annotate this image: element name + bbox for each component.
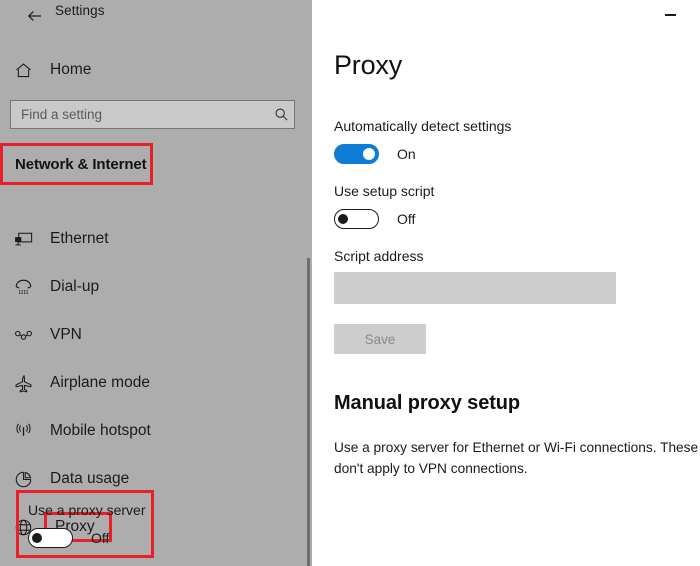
sidebar-item-dial-up[interactable]: Dial-up bbox=[0, 263, 312, 311]
ethernet-icon bbox=[10, 226, 36, 252]
toggle-switch-track[interactable] bbox=[28, 528, 73, 548]
manual-proxy-setup-heading: Manual proxy setup bbox=[334, 392, 521, 414]
vpn-icon bbox=[10, 322, 36, 348]
airplane-icon bbox=[10, 370, 36, 396]
sidebar-item-ethernet[interactable]: Ethernet bbox=[0, 215, 312, 263]
sidebar-scrollbar-thumb[interactable] bbox=[307, 258, 310, 566]
sidebar-item-mobile-hotspot[interactable]: Mobile hotspot bbox=[0, 407, 312, 455]
sidebar-item-home[interactable]: Home bbox=[0, 55, 312, 85]
sidebar-item-label-home: Home bbox=[50, 61, 92, 78]
toggle-switch-track[interactable] bbox=[334, 209, 379, 229]
auto-detect-settings-state: On bbox=[397, 146, 416, 162]
toggle-switch-knob bbox=[338, 214, 348, 224]
sidebar-item-label-airplane-mode: Airplane mode bbox=[50, 374, 150, 391]
pie-chart-icon bbox=[10, 466, 36, 492]
sidebar-item-label-dial-up: Dial-up bbox=[50, 278, 100, 295]
toggle-switch-knob bbox=[32, 533, 42, 543]
toggle-switch-knob bbox=[363, 148, 375, 160]
sidebar-item-airplane-mode[interactable]: Airplane mode bbox=[0, 359, 312, 407]
manual-proxy-setup-description: Use a proxy server for Ethernet or Wi-Fi… bbox=[334, 440, 699, 476]
sidebar-titlebar: Settings bbox=[0, 0, 312, 32]
sidebar-item-label-data-usage: Data usage bbox=[50, 470, 130, 487]
page-title: Proxy bbox=[334, 50, 403, 80]
home-icon bbox=[12, 59, 34, 81]
sidebar-category-network-internet[interactable]: Network & Internet bbox=[0, 143, 153, 185]
use-setup-script-label: Use setup script bbox=[334, 183, 435, 199]
auto-detect-settings-toggle[interactable]: On bbox=[334, 144, 416, 164]
sidebar-item-label-ethernet: Ethernet bbox=[50, 230, 109, 247]
use-proxy-server-toggle[interactable]: Off bbox=[28, 528, 109, 548]
search-box[interactable] bbox=[10, 100, 295, 129]
use-setup-script-toggle[interactable]: Off bbox=[334, 209, 415, 229]
dialup-phone-icon bbox=[10, 274, 36, 300]
sidebar-item-label-vpn: VPN bbox=[50, 326, 82, 343]
settings-sidebar: Settings Home Network & Internet bbox=[0, 0, 312, 566]
minimize-icon bbox=[664, 14, 676, 16]
mobile-hotspot-icon bbox=[10, 418, 36, 444]
search-icon[interactable] bbox=[268, 101, 294, 128]
script-address-label: Script address bbox=[334, 248, 424, 264]
save-button[interactable]: Save bbox=[334, 324, 426, 354]
use-proxy-server-state: Off bbox=[91, 530, 110, 546]
app-title: Settings bbox=[55, 3, 105, 18]
script-address-input[interactable] bbox=[334, 272, 616, 304]
use-proxy-server-label: Use a proxy server bbox=[28, 502, 146, 518]
sidebar-category-label: Network & Internet bbox=[15, 155, 147, 173]
sidebar-item-label-mobile-hotspot: Mobile hotspot bbox=[50, 422, 151, 439]
back-arrow-icon[interactable] bbox=[24, 5, 46, 27]
minimize-button[interactable] bbox=[648, 0, 692, 30]
use-proxy-server-group: Use a proxy server Off bbox=[16, 490, 154, 558]
sidebar-item-vpn[interactable]: VPN bbox=[0, 311, 312, 359]
auto-detect-settings-label: Automatically detect settings bbox=[334, 118, 512, 134]
use-setup-script-state: Off bbox=[397, 211, 416, 227]
toggle-switch-track[interactable] bbox=[334, 144, 379, 164]
search-input[interactable] bbox=[11, 107, 268, 122]
